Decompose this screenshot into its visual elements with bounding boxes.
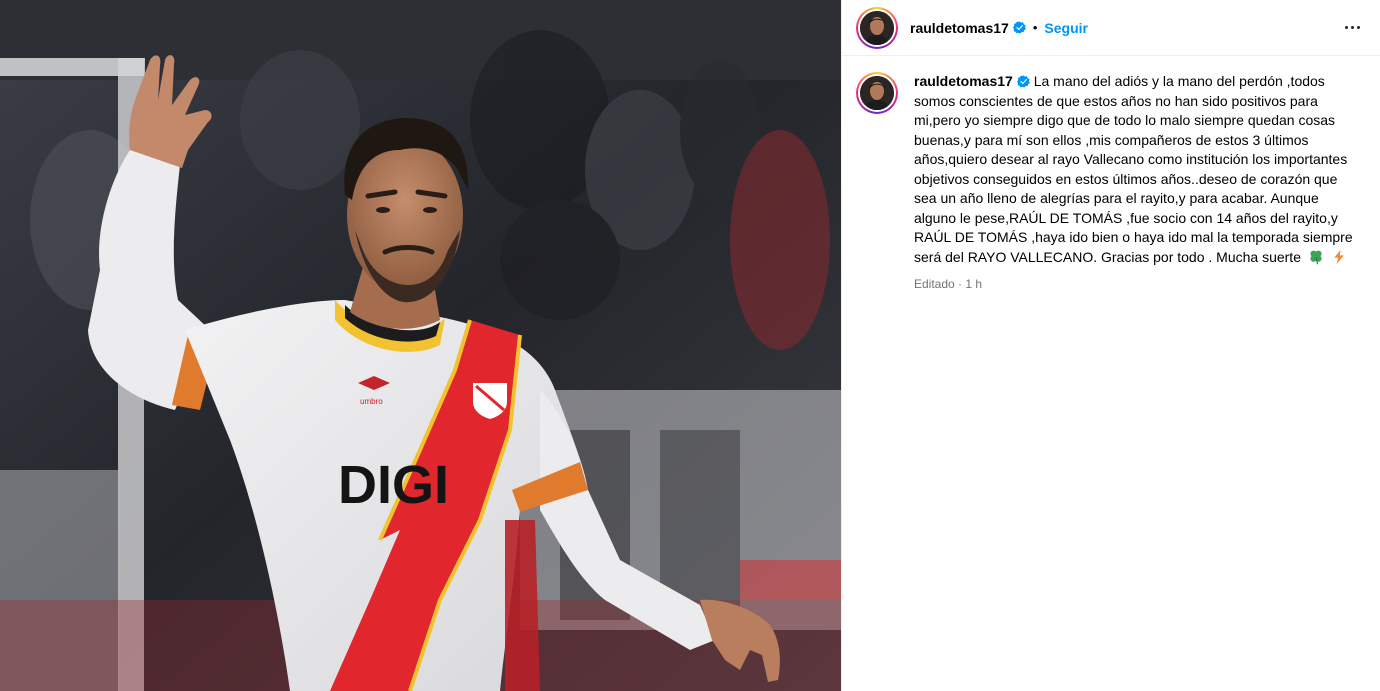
profile-avatar-icon — [860, 76, 894, 110]
post-header: rauldetomas17 • Seguir — [842, 0, 1380, 56]
caption-avatar[interactable] — [856, 72, 898, 114]
profile-avatar-icon — [860, 10, 894, 45]
caption-paragraph: rauldetomas17 La mano del adiós y la man… — [914, 72, 1360, 267]
caption-username[interactable]: rauldetomas17 — [914, 73, 1013, 89]
verified-badge-icon — [1016, 75, 1030, 88]
separator-dot: • — [1032, 20, 1038, 35]
footballer-photo: DIGI umbro — [0, 0, 841, 691]
lightning-bolt-icon — [1333, 249, 1344, 264]
caption-meta: Editado · 1 h — [914, 275, 1360, 295]
more-options-icon[interactable] — [1340, 16, 1364, 40]
header-avatar[interactable] — [856, 6, 898, 49]
header-username[interactable]: rauldetomas17 — [910, 20, 1009, 36]
follow-button[interactable]: Seguir — [1044, 20, 1088, 36]
post-side-panel: rauldetomas17 • Seguir rauldetomas17 La … — [841, 0, 1380, 691]
verified-badge-icon — [1012, 21, 1026, 34]
edited-label: Editado — [914, 277, 955, 291]
shirt-brand-text: umbro — [360, 397, 383, 406]
caption-comment: rauldetomas17 La mano del adiós y la man… — [842, 56, 1380, 295]
post-photo[interactable]: DIGI umbro — [0, 0, 841, 691]
four-leaf-clover-icon — [1310, 250, 1322, 264]
shirt-sponsor-text: DIGI — [338, 455, 449, 515]
timestamp[interactable]: 1 h — [965, 277, 982, 291]
caption-body: rauldetomas17 La mano del adiós y la man… — [914, 72, 1360, 295]
instagram-post-view: DIGI umbro rauldetomas17 • Seguir raulde… — [0, 0, 1380, 691]
caption-text: La mano del adiós y la mano del perdón ,… — [914, 73, 1357, 265]
